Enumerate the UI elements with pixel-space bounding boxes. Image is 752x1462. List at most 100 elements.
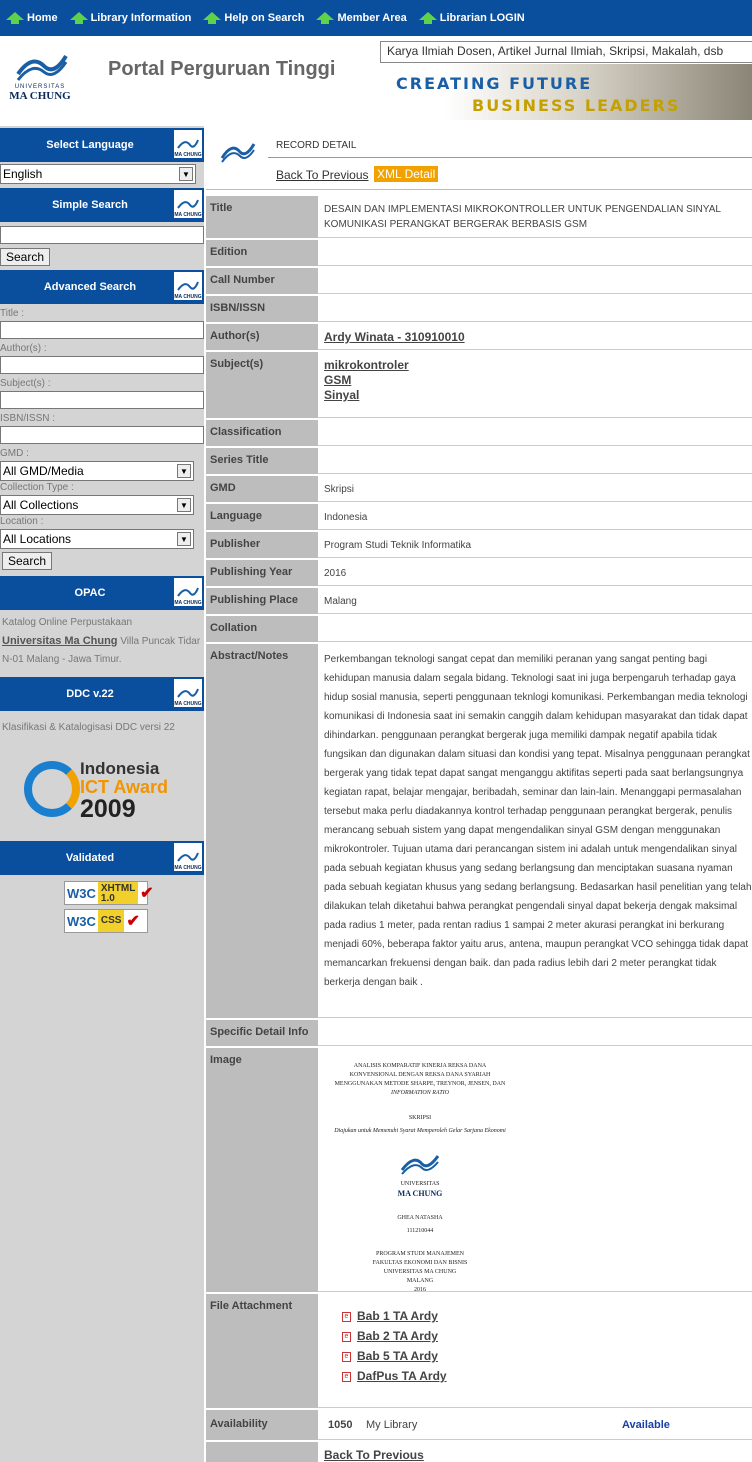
cover-line: MENGGUNAKAN METODE SHARPE, TREYNOR, JENS… <box>334 1081 506 1087</box>
simple-search-input[interactable] <box>0 226 204 244</box>
nav-home[interactable]: Home <box>6 12 58 24</box>
cover-line: PROGRAM STUDI MANAJEMEN <box>375 1251 464 1257</box>
file-link[interactable]: e Bab 5 TA Ardy <box>342 1349 752 1364</box>
simple-search-button[interactable]: Search <box>0 248 51 266</box>
field-row-specific-detail: Specific Detail Info <box>206 1020 752 1046</box>
university-link[interactable]: Universitas Ma Chung <box>2 635 118 647</box>
validated-header: Validated MA CHUNG <box>0 841 204 875</box>
cover-line: UNIVERSITAS MA CHUNG <box>383 1269 457 1275</box>
file-link[interactable]: e Bab 2 TA Ardy <box>342 1329 752 1344</box>
location-label: Location : <box>0 516 44 527</box>
back-to-previous-link[interactable]: Back To Previous <box>276 168 369 182</box>
portal-title: Portal Perguruan Tinggi <box>108 58 336 80</box>
title-input[interactable] <box>0 321 204 339</box>
abstract-value: Perkembangan teknologi sangat cepat dan … <box>318 644 752 1018</box>
w3c-xhtml-badge[interactable]: W3C XHTML 1.0 ✔ <box>64 881 154 905</box>
file-name: Bab 1 TA Ardy <box>357 1309 438 1323</box>
chevron-down-icon[interactable]: ▼ <box>177 464 191 478</box>
collection-selected-value: All Collections <box>3 498 79 512</box>
subject-link[interactable]: mikrokontroler <box>324 358 752 373</box>
back-key <box>206 1442 318 1462</box>
advanced-search-button[interactable]: Search <box>2 552 53 570</box>
subject-label: Subject(s) : <box>0 378 51 389</box>
isbn-input[interactable] <box>0 426 204 444</box>
w3c-css-badge[interactable]: W3C CSS ✔ <box>64 909 148 933</box>
file-attachment-key: File Attachment <box>206 1294 318 1408</box>
publisher-key: Publisher <box>206 532 318 558</box>
opac-header: OPAC MA CHUNG <box>0 576 204 610</box>
field-row-language: Language Indonesia <box>206 504 752 530</box>
small-logo-icon: MA CHUNG <box>174 578 202 606</box>
home-arrow-icon <box>6 12 24 24</box>
back-to-previous-bottom-link[interactable]: Back To Previous <box>318 1442 752 1462</box>
w3c-text: W3C <box>67 885 96 901</box>
arrow-icon <box>203 12 222 24</box>
subject-link[interactable]: Sinyal <box>324 388 752 403</box>
small-logo-icon: MA CHUNG <box>174 843 202 871</box>
ict-award-logo[interactable]: Indonesia ICT Award 2009 <box>24 751 184 827</box>
cover-line: UNIVERSITAS <box>400 1181 440 1187</box>
author-input[interactable] <box>0 356 204 374</box>
author-key: Author(s) <box>206 324 318 350</box>
nav-help-on-search[interactable]: Help on Search <box>203 12 304 24</box>
field-row-title: Title DESAIN DAN IMPLEMENTASI MIKROKONTRO… <box>206 196 752 238</box>
cover-line: MALANG <box>406 1278 434 1284</box>
record-detail-panel: RECORD DETAIL Back To Previous XML Detai… <box>206 126 752 1462</box>
gmd-label: GMD : <box>0 448 29 459</box>
field-row-image: Image ANALISIS KOMPARATIF KINERJA REKSA … <box>206 1048 752 1295</box>
arrow-icon <box>69 12 88 24</box>
small-logo-text: MA CHUNG <box>174 865 202 871</box>
w3c-text: W3C <box>67 913 96 929</box>
small-logo-text: MA CHUNG <box>174 212 202 218</box>
small-logo-icon: MA CHUNG <box>174 190 202 218</box>
field-row-subject: Subject(s) mikrokontroler GSM Sinyal <box>206 352 752 418</box>
cover-image[interactable]: ANALISIS KOMPARATIF KINERJA REKSA DANA K… <box>320 1062 520 1295</box>
nav-home-label: Home <box>27 12 58 24</box>
site-header: UNIVERSITAS MA CHUNG Portal Perguruan Ti… <box>0 36 752 120</box>
language-value: Indonesia <box>318 504 752 530</box>
language-select[interactable]: English ▼ <box>0 164 196 184</box>
subject-value: mikrokontroler GSM Sinyal <box>318 352 752 418</box>
item-location: My Library <box>366 1419 418 1431</box>
edition-value <box>318 240 752 266</box>
pdf-icon: e <box>342 1311 351 1322</box>
cover-logo-icon <box>400 1155 440 1175</box>
arrow-icon <box>316 12 335 24</box>
cover-line: ANALISIS KOMPARATIF KINERJA REKSA DANA <box>353 1063 487 1069</box>
isbn-key: ISBN/ISSN <box>206 296 318 322</box>
gmd-select[interactable]: All GMD/Media ▼ <box>0 461 194 481</box>
pdf-icon: e <box>342 1331 351 1342</box>
university-logo[interactable]: UNIVERSITAS MA CHUNG <box>9 50 94 114</box>
subject-key: Subject(s) <box>206 352 318 418</box>
publisher-value: Program Studi Teknik Informatika <box>318 532 752 558</box>
field-row-year: Publishing Year 2016 <box>206 560 752 586</box>
xml-detail-button[interactable]: XML Detail <box>374 166 439 182</box>
author-link[interactable]: Ardy Winata - 310910010 <box>324 330 752 345</box>
cover-line: Diajukan untuk Memenuhi Syarat Memperole… <box>334 1128 506 1134</box>
location-select[interactable]: All Locations ▼ <box>0 529 194 549</box>
nav-member-area[interactable]: Member Area <box>316 12 407 24</box>
nav-librarian-login[interactable]: Librarian LOGIN <box>418 12 525 24</box>
field-row-availability: Availability 1050 My Library Available <box>206 1410 752 1440</box>
chevron-down-icon[interactable]: ▼ <box>177 532 191 546</box>
pdf-icon: e <box>342 1351 351 1362</box>
file-link[interactable]: e DafPus TA Ardy <box>342 1369 752 1384</box>
ddc-text: Klasifikasi & Katalogisasi DDC versi 22 <box>2 722 175 733</box>
ddc-header: DDC v.22 MA CHUNG <box>0 677 204 711</box>
subject-input[interactable] <box>0 391 204 409</box>
chevron-down-icon[interactable]: ▼ <box>177 498 191 512</box>
cover-line: FAKULTAS EKONOMI DAN BISNIS <box>372 1260 468 1266</box>
file-link[interactable]: e Bab 1 TA Ardy <box>342 1309 752 1324</box>
call-number-value <box>318 268 752 294</box>
file-name: DafPus TA Ardy <box>357 1369 447 1383</box>
slogan-banner: CREATING FUTURE BUSINESS LEADERS <box>368 64 752 120</box>
cover-line: 111210044 <box>406 1228 434 1234</box>
gmd-value: Skripsi <box>318 476 752 502</box>
collection-select[interactable]: All Collections ▼ <box>0 495 194 515</box>
check-icon: ✔ <box>126 913 140 930</box>
nav-library-information[interactable]: Library Information <box>69 12 191 24</box>
subject-link[interactable]: GSM <box>324 373 752 388</box>
chevron-down-icon[interactable]: ▼ <box>179 167 193 181</box>
arrow-icon <box>418 12 437 24</box>
xhtml-text: XHTML 1.0 <box>97 882 139 904</box>
